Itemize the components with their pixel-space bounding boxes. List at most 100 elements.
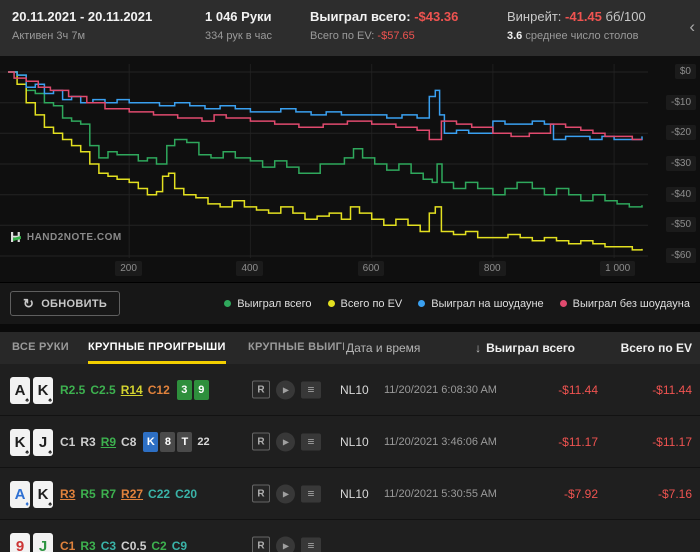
play-button[interactable]: ▶ [276,484,295,503]
refresh-button[interactable]: ↻ ОБНОВИТЬ [10,291,121,316]
legend-label: Выиграл на шоудауне [431,297,544,310]
sort-descending-icon: ↓ [475,341,482,355]
action-token: C0.5 [121,539,147,552]
hand-zone: A ♦ K ♠ R3 R5 R7 R27 C22 C20 [10,468,248,520]
row-controls: R ▶ ≡ [252,432,321,451]
won-amount: -$7.92 [563,486,598,501]
spade-icon: ♠ [48,448,52,456]
graph-toolbar: ↻ ОБНОВИТЬ Выиграл всего Всего по EV Выигр… [0,282,700,324]
legend-item: Выиграл без шоудауна [559,297,690,310]
action-token: C3 [100,539,117,552]
legend-label: Выиграл всего [237,297,312,310]
x-axis-label: 200 [115,261,142,276]
action-token: R5 [80,487,96,501]
winnings-graph: $0 -$10 -$20 -$30 -$40 -$50 -$60 200 400 600 800 1… [0,56,700,282]
spade-icon: ♠ [25,448,29,456]
card-rank: A [14,381,26,399]
board-cards: K 8 T 22 [143,432,210,452]
tab-big-wins[interactable]: КРУПНЫЕ ВЫИГРЫШИ [248,332,344,361]
hand-row[interactable]: A ♠ K ♠ R2.5 C2.5 R14 C12 3 9 R ▶ ≡ NL10 11/20/2021 6:… [0,364,700,416]
replayer-button[interactable]: R [252,432,270,451]
ev-amount: -$11.17 [652,434,692,449]
board-card: K [143,432,159,452]
hand-row[interactable]: 9♥J♣ C1 R3 C3 C0.5 C2 C9 R ▶ ≡ [0,520,700,552]
row-controls: R ▶ ≡ [252,484,321,503]
notes-icon: ≡ [307,382,315,397]
card-tile: J ♠ [33,428,53,456]
watermark-text: HAND2NOTE.COM [26,232,122,243]
action-token: C20 [175,487,198,501]
stake-label: NL10 [340,434,369,449]
winnings-group: Выиграл всего: -$43.36 Всего по EV: -$57… [310,9,458,42]
card-tile: K ♠ [10,428,30,456]
hands-list: A ♠ K ♠ R2.5 C2.5 R14 C12 3 9 R ▶ ≡ NL10 11/20/2021 6:… [0,364,700,552]
action-token: C22 [148,487,171,501]
board-cards: 39 [176,380,209,400]
hands-count: 1 046 Руки [205,9,272,24]
action-token: C2.5 [90,383,116,397]
replayer-button[interactable]: R [252,536,270,552]
board-card: 9 [193,380,209,400]
replayer-button[interactable]: R [252,380,270,399]
hand-datetime: 11/20/2021 5:30:55 AM [384,487,497,500]
legend-dot [559,300,567,307]
hand-row[interactable]: A ♦ K ♠ R3 R5 R7 R27 C22 C20 R ▶ ≡ NL10 11/20/2021 5:3… [0,468,700,520]
tab-all-hands[interactable]: ВСЕ РУКИ [12,332,69,361]
tab-big-losses[interactable]: КРУПНЫЕ ПРОИГРЫШИ [88,332,226,364]
refresh-label: ОБНОВИТЬ [41,297,108,310]
notes-button[interactable]: ≡ [301,381,321,398]
board-card: T [177,432,193,452]
active-time: Активен 3ч 7м [12,30,86,42]
section-divider [0,324,700,332]
winrate-group: Винрейт: -41.45 бб/100 3.6 среднее число… [507,9,646,42]
column-header-datetime[interactable]: Дата и время [346,332,420,364]
hands-tab-bar: ВСЕ РУКИ КРУПНЫЕ ПРОИГРЫШИ КРУПНЫЕ ВЫИГР… [0,332,700,364]
play-button[interactable]: ▶ [276,432,295,451]
card-rank: 9 [15,537,25,552]
column-header-ev[interactable]: Всего по EV [621,332,692,364]
stake-label: NL10 [340,486,369,501]
notes-button[interactable]: ≡ [301,485,321,502]
action-token: R7 [100,487,117,501]
x-axis-label: 1 000 [600,261,636,276]
card-tile: K ♠ [33,480,53,508]
hands-per-hour: 334 рук в час [205,30,273,42]
replayer-button[interactable]: R [252,484,270,503]
card-tile: 9♥ [10,532,30,552]
card-tile: A ♦ [10,480,30,508]
action-token: C8 [121,435,137,449]
notes-icon: ≡ [307,486,315,501]
ev-amount: -$7.16 [657,486,692,501]
action-line: R3 R5 R7 R27 C22 C20 [60,487,197,501]
won-total-label: Выиграл всего: [310,9,411,24]
legend-dot [418,300,426,307]
x-axis-label: 800 [478,261,506,276]
stake-label: NL10 [340,382,369,397]
action-token: R3 [80,435,96,449]
notes-button[interactable]: ≡ [301,537,321,552]
legend-dot [327,300,335,307]
chart-line-1 [8,71,643,251]
collapse-panel-icon[interactable]: ‹ [689,18,695,35]
date-range: 20.11.2021 - 20.11.2021 [12,9,153,24]
column-header-won-label: Выиграл всего [486,341,575,355]
hand-row[interactable]: K ♠ J ♠ C1 R3 R9 C8 K 8 T 22 R ▶ ≡ NL10 11/20/2021 3:46:… [0,416,700,468]
hole-cards: 9♥J♣ [10,532,53,552]
play-button[interactable]: ▶ [276,536,295,552]
hand2note-logo-icon: H [10,229,21,246]
play-button[interactable]: ▶ [276,380,295,399]
legend-label: Выиграл без шоудауна [572,297,690,310]
graph-legend: Выиграл всего Всего по EV Выиграл на шоуда… [224,298,690,310]
hands-count-group: 1 046 Руки 334 рук в час [205,9,272,42]
spade-icon: ♠ [48,500,52,508]
board-card: 8 [160,432,176,452]
notes-button[interactable]: ≡ [301,433,321,450]
chart-line-3 [8,71,642,141]
action-token: C12 [147,383,170,397]
spade-icon: ♠ [25,396,29,404]
winrate-value: -41.45 [565,9,602,24]
hand-zone: 9♥J♣ C1 R3 C3 C0.5 C2 C9 [10,520,248,552]
column-header-won[interactable]: ↓ Выиграл всего [475,332,575,364]
x-axis-labels: 200 400 600 800 1 000 [0,259,700,281]
card-rank: A [14,485,26,503]
